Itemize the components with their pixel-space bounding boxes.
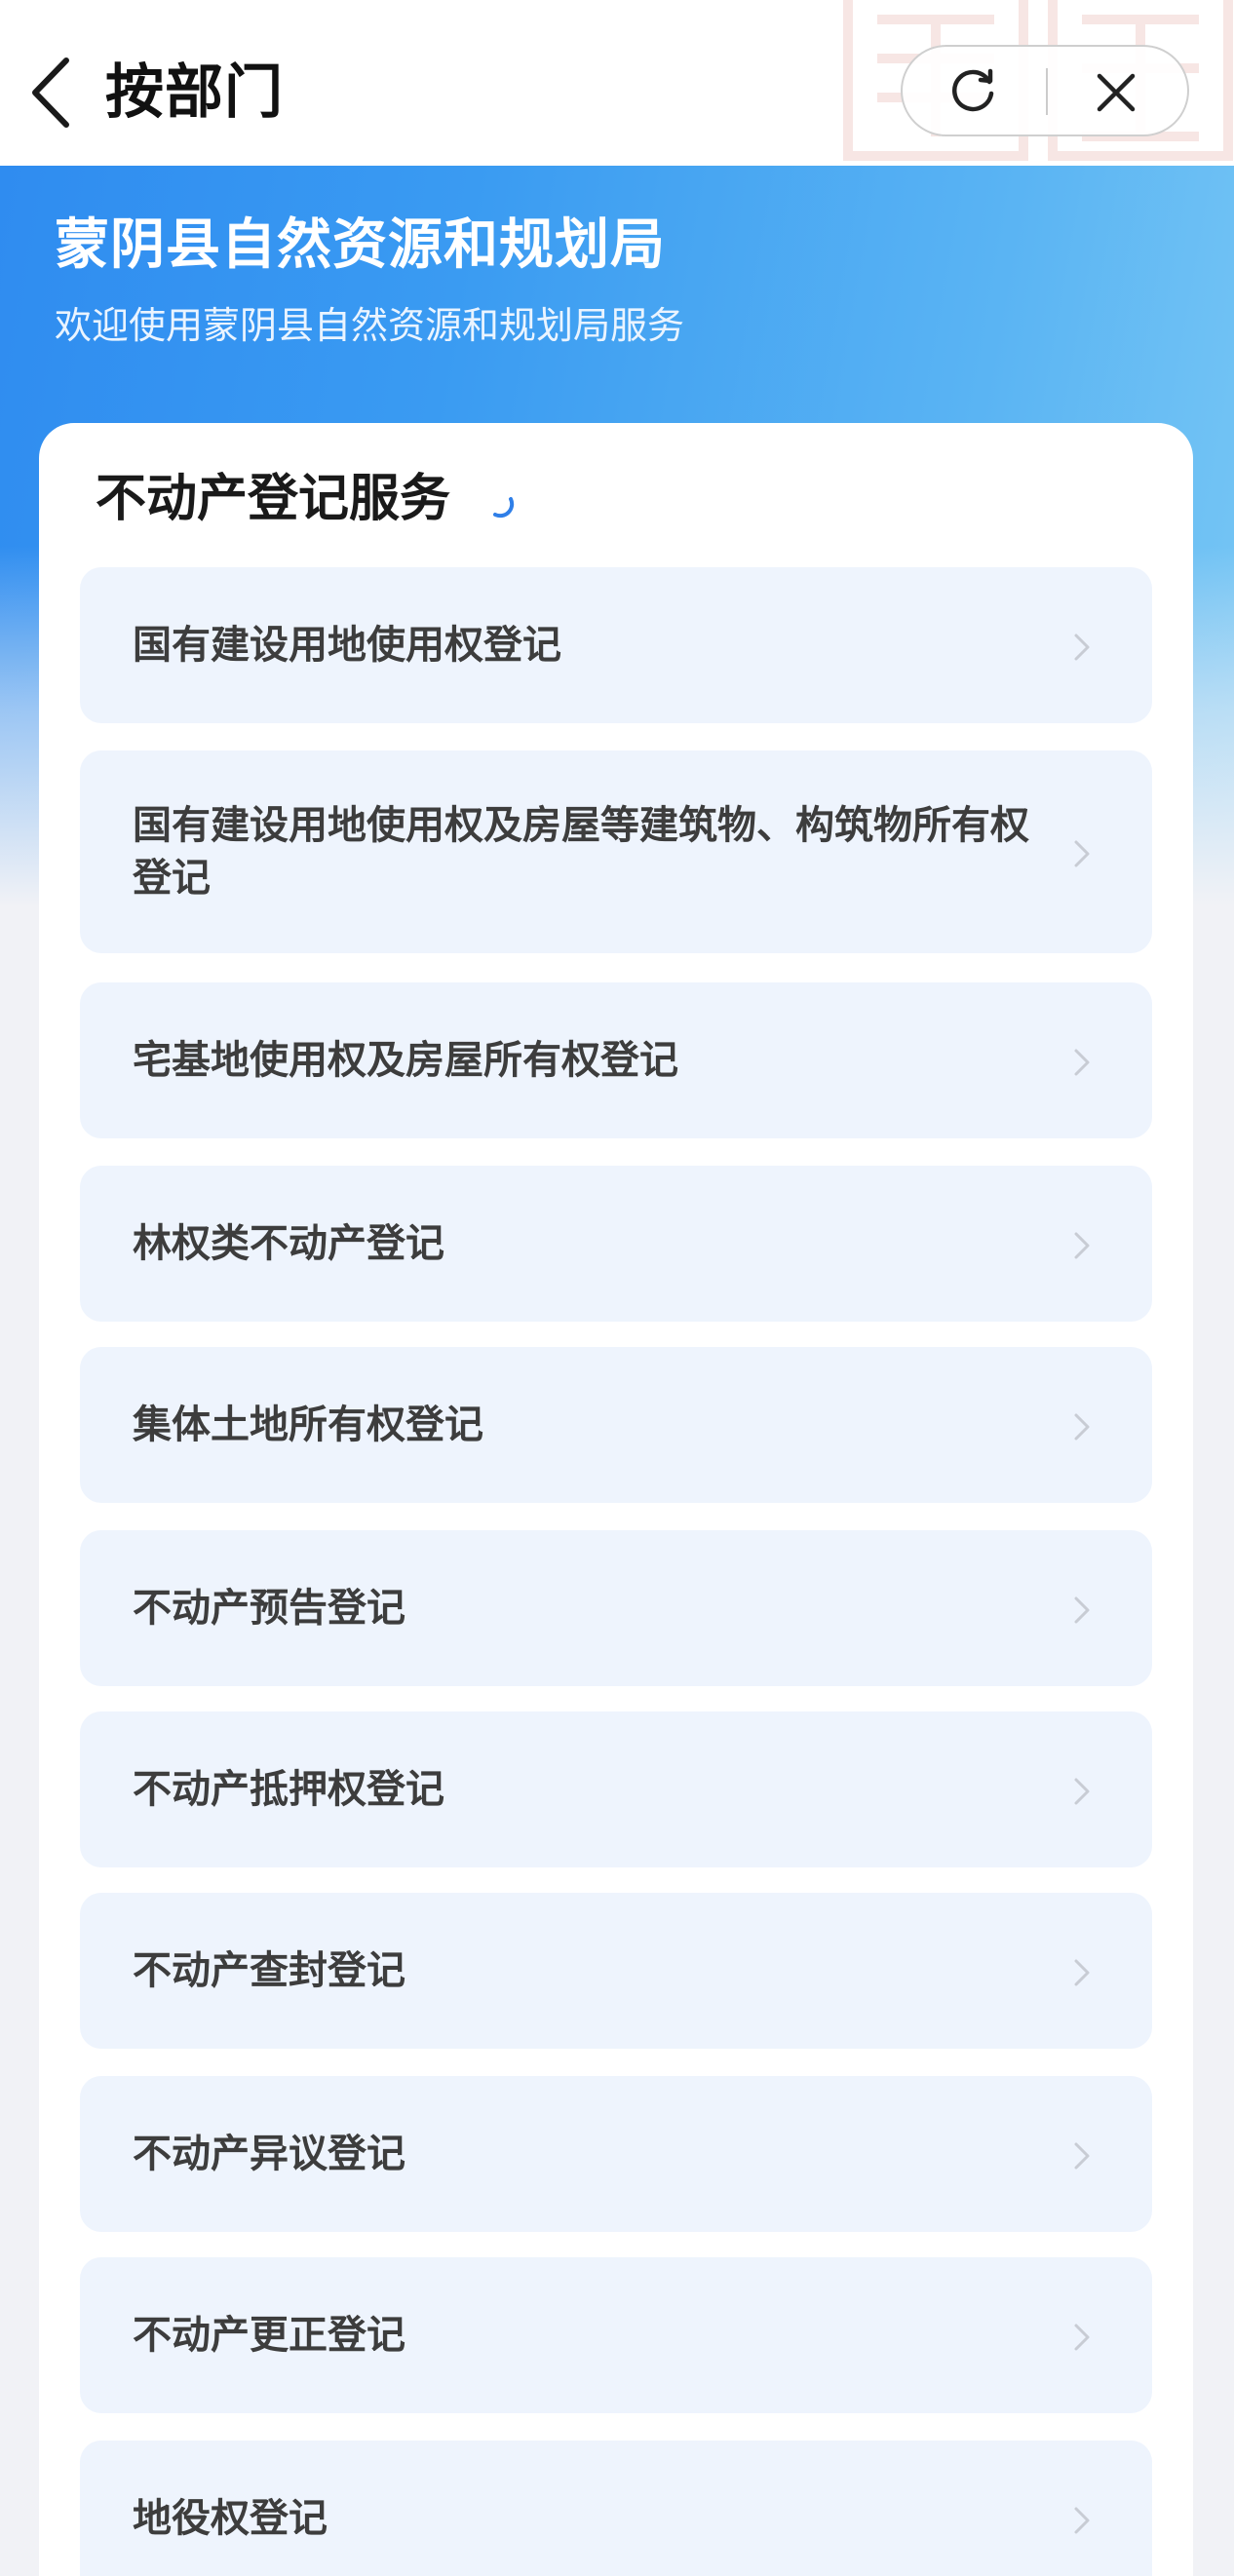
service-item[interactable]: 集体土地所有权登记 (80, 1347, 1152, 1503)
capsule-divider (1046, 68, 1048, 115)
refresh-icon[interactable] (945, 64, 1000, 119)
service-item[interactable]: 地役权登记 (80, 2441, 1152, 2576)
welcome-text: 欢迎使用蒙阴县自然资源和规划局服务 (55, 304, 685, 347)
page-title: 按部门 (105, 58, 284, 127)
chevron-right-icon (1074, 2142, 1090, 2170)
chevron-right-icon (1074, 1959, 1090, 1986)
loading-spinner-icon (493, 497, 515, 519)
service-item-label: 不动产异议登记 (133, 2132, 405, 2176)
chevron-right-icon (1074, 1596, 1090, 1624)
service-item-label: 不动产预告登记 (133, 1586, 405, 1631)
close-icon[interactable] (1090, 66, 1142, 119)
chevron-right-icon (1074, 634, 1090, 661)
service-item[interactable]: 不动产异议登记 (80, 2076, 1152, 2232)
service-item-label: 地役权登记 (133, 2496, 328, 2541)
service-item-label: 集体土地所有权登记 (133, 1403, 483, 1447)
chevron-right-icon (1074, 2324, 1090, 2351)
service-item[interactable]: 国有建设用地使用权登记 (80, 567, 1152, 723)
page: 按部门 蒙阴县自然资源和规划局 欢迎使用蒙阴县自然资源和规划局服务 不动产登记服… (0, 0, 1234, 2576)
chevron-right-icon (1074, 1778, 1090, 1805)
service-item[interactable]: 宅基地使用权及房屋所有权登记 (80, 982, 1152, 1138)
service-item[interactable]: 不动产抵押权登记 (80, 1711, 1152, 1867)
navigation-bar: 按部门 (0, 0, 1234, 166)
back-chevron-icon[interactable] (21, 51, 80, 135)
service-item[interactable]: 国有建设用地使用权及房屋等建筑物、构筑物所有权登记 (80, 750, 1152, 953)
chevron-right-icon (1074, 1049, 1090, 1076)
service-item-label: 林权类不动产登记 (133, 1221, 444, 1266)
service-item[interactable]: 不动产查封登记 (80, 1893, 1152, 2049)
service-item-label: 不动产抵押权登记 (133, 1767, 444, 1812)
mini-program-capsule (901, 45, 1189, 136)
service-item-label: 宅基地使用权及房屋所有权登记 (133, 1038, 678, 1083)
chevron-right-icon (1074, 2507, 1090, 2534)
service-item-label: 国有建设用地使用权及房屋等建筑物、构筑物所有权登记 (133, 803, 1029, 901)
service-item[interactable]: 不动产预告登记 (80, 1530, 1152, 1686)
service-item[interactable]: 不动产更正登记 (80, 2257, 1152, 2413)
section-title: 不动产登记服务 (96, 470, 451, 528)
service-item[interactable]: 林权类不动产登记 (80, 1166, 1152, 1322)
chevron-right-icon (1074, 1413, 1090, 1441)
organization-name: 蒙阴县自然资源和规划局 (55, 213, 666, 277)
service-item-label: 不动产查封登记 (133, 1948, 405, 1993)
chevron-right-icon (1074, 1232, 1090, 1259)
service-item-label: 国有建设用地使用权登记 (133, 623, 561, 668)
chevron-right-icon (1074, 840, 1090, 867)
service-item-label: 不动产更正登记 (133, 2313, 405, 2358)
service-card: 不动产登记服务 国有建设用地使用权登记 国有建设用地使用权及房屋等建筑物、构筑物… (39, 423, 1193, 2576)
